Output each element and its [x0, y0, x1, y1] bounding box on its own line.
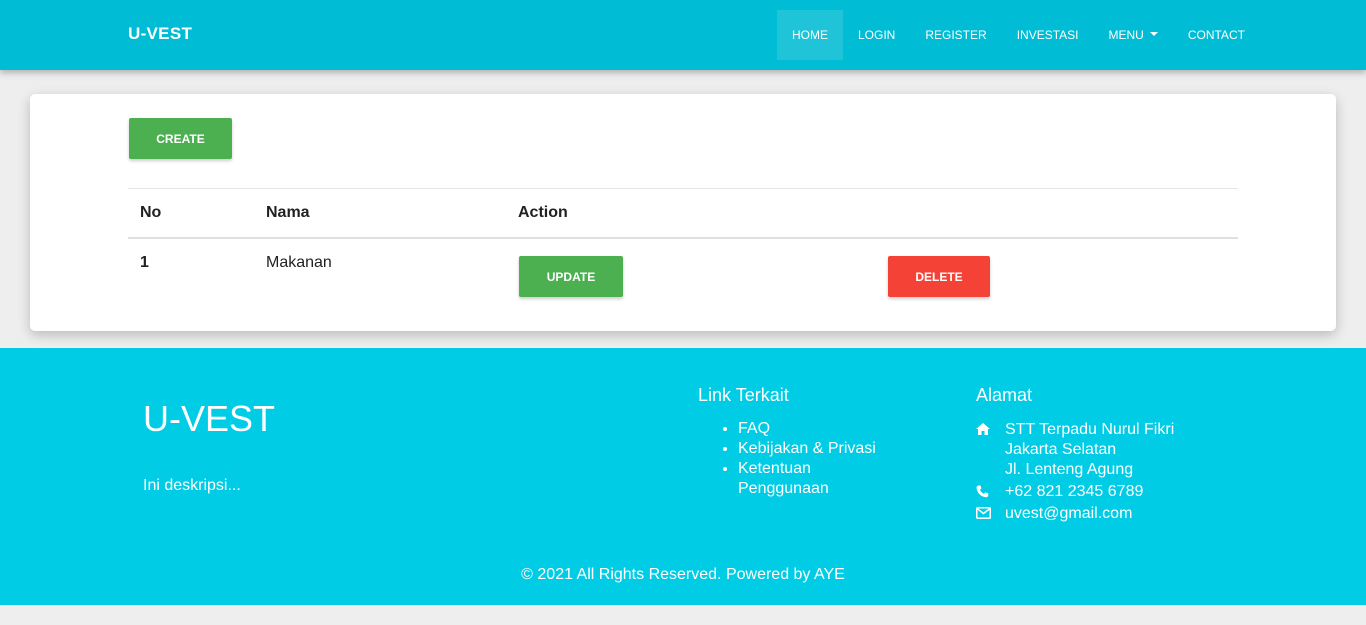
- email-row: uvest@gmail.com: [976, 504, 1132, 524]
- column-header-no: No: [140, 204, 162, 221]
- column-header-nama: Nama: [266, 204, 310, 221]
- nav-menu-dropdown[interactable]: MENU: [1093, 10, 1172, 60]
- nav-investasi-label: INVESTASI: [1016, 28, 1079, 42]
- footer-link-faq[interactable]: FAQ: [738, 419, 898, 439]
- address-heading: Alamat: [976, 385, 1033, 405]
- nav-menu: HOME LOGIN REGISTER INVESTASI MENU CONTA…: [777, 10, 1260, 60]
- footer-links: FAQ Kebijakan & Privasi Ketentuan Penggu…: [738, 419, 898, 499]
- table-top-border: [128, 188, 1238, 189]
- footer-link-kebijakan[interactable]: Kebijakan & Privasi: [738, 439, 898, 459]
- nav-contact-label: CONTACT: [1187, 28, 1245, 42]
- table-header-divider: [128, 237, 1238, 239]
- footer-description: Ini deskripsi...: [143, 477, 241, 494]
- address-block: STT Terpadu Nurul Fikri Jakarta Selatan …: [976, 420, 1174, 480]
- phone-number: +62 821 2345 6789: [1005, 483, 1144, 500]
- phone-icon: [976, 482, 1005, 502]
- footer-link-ketentuan[interactable]: Ketentuan Penggunaan: [738, 459, 898, 499]
- nav-register-label: REGISTER: [925, 28, 987, 42]
- links-heading: Link Terkait: [698, 385, 789, 405]
- footer-brand: U-VEST: [143, 398, 276, 439]
- home-icon: [976, 420, 1005, 480]
- update-button[interactable]: UPDATE: [519, 256, 623, 297]
- nav-home[interactable]: HOME: [777, 10, 843, 60]
- row-no: 1: [140, 254, 149, 271]
- column-header-action: Action: [518, 204, 568, 221]
- nav-menu-label: MENU: [1108, 28, 1144, 42]
- delete-button[interactable]: DELETE: [888, 256, 990, 297]
- caret-down-icon: [1149, 32, 1158, 36]
- nav-register[interactable]: REGISTER: [910, 10, 1001, 60]
- row-nama: Makanan: [266, 254, 332, 271]
- content-card: CREATE No Nama Action 1 Makanan UPDATE D…: [30, 94, 1336, 331]
- navbar: U-VEST HOME LOGIN REGISTER INVESTASI MEN…: [0, 0, 1366, 70]
- brand-logo[interactable]: U-VEST: [128, 24, 192, 44]
- footer: U-VEST Ini deskripsi... Link Terkait FAQ…: [0, 348, 1366, 605]
- address-line-3: Jl. Lenteng Agung: [1005, 461, 1134, 478]
- nav-contact[interactable]: CONTACT: [1173, 10, 1260, 60]
- nav-home-label: HOME: [792, 28, 828, 42]
- email-address[interactable]: uvest@gmail.com: [1005, 504, 1132, 524]
- copyright-text: © 2021 All Rights Reserved. Powered by A…: [521, 566, 845, 583]
- phone-row: +62 821 2345 6789: [976, 482, 1143, 502]
- nav-login-label: LOGIN: [858, 28, 896, 42]
- create-button[interactable]: CREATE: [129, 118, 232, 159]
- nav-investasi[interactable]: INVESTASI: [1002, 10, 1094, 60]
- envelope-icon: [976, 504, 1005, 524]
- address-line-1: STT Terpadu Nurul Fikri: [1005, 421, 1175, 438]
- nav-login[interactable]: LOGIN: [843, 10, 910, 60]
- address-line-2: Jakarta Selatan: [1005, 441, 1117, 458]
